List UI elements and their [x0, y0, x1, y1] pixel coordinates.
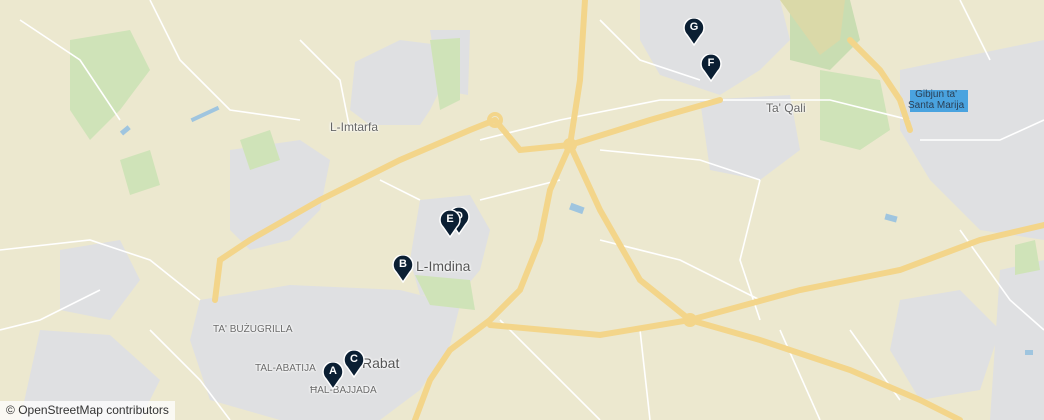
map-marker-c[interactable]: C — [343, 350, 365, 378]
openstreetmap-link[interactable]: OpenStreetMap contributors — [18, 403, 169, 417]
map-view[interactable]: L-Imdina Rabat L-Imtarfa Ta' Qali TA' BU… — [0, 0, 1044, 420]
place-label-tabuzugrilla: TA' BUŻUGRILLA — [213, 324, 293, 335]
marker-letter: F — [707, 57, 715, 69]
urban-areas — [20, 0, 1044, 420]
place-label-imdina: L-Imdina — [416, 258, 471, 274]
copyright-icon: © — [6, 403, 15, 417]
marker-letter: E — [446, 213, 454, 225]
map-marker-b[interactable]: B — [392, 255, 414, 283]
minor-roads — [0, 0, 1044, 420]
place-label-rabat: Rabat — [362, 355, 400, 371]
map-marker-g[interactable]: G — [683, 18, 705, 46]
marker-letter: G — [689, 21, 699, 33]
map-marker-a[interactable]: A — [322, 362, 344, 390]
place-label-gibjun: Gibjun ta' Santa Marija — [908, 89, 965, 111]
map-base-layer — [0, 0, 1044, 420]
place-label-taqali: Ta' Qali — [766, 101, 806, 115]
marker-letter: C — [350, 353, 358, 365]
marker-letter: B — [399, 258, 407, 270]
map-marker-e[interactable]: E — [439, 210, 461, 238]
marker-letter: A — [329, 365, 337, 377]
green-areas — [70, 0, 1040, 310]
place-label-imtarfa: L-Imtarfa — [330, 120, 379, 134]
map-marker-f[interactable]: F — [700, 54, 722, 82]
map-attribution: © OpenStreetMap contributors — [0, 401, 175, 420]
place-label-tal-abatija: TAL-ABATIJA — [255, 363, 316, 374]
